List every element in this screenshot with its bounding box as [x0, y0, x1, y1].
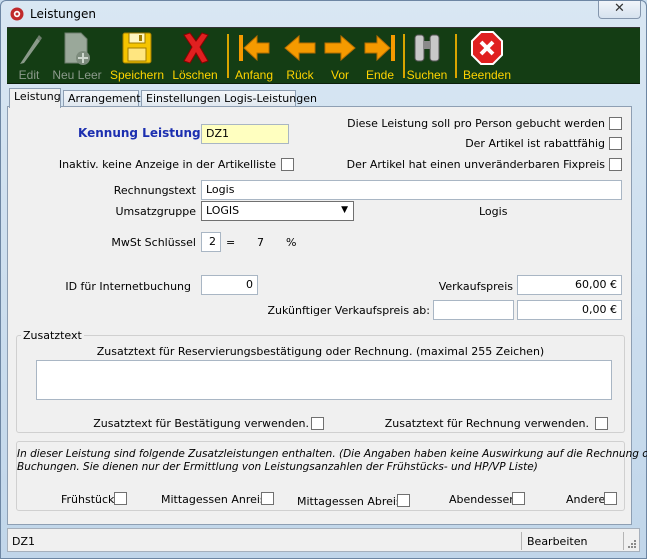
- rechnungstext-label: Rechnungstext: [113, 184, 196, 197]
- last-label: Ende: [365, 68, 395, 82]
- andere-label: Andere: [566, 493, 606, 506]
- last-record-button[interactable]: Ende: [359, 29, 401, 84]
- zukunft-price-input[interactable]: 0,00 €: [517, 300, 622, 320]
- abendessen-checkbox[interactable]: [512, 492, 525, 505]
- delete-label: Löschen: [172, 68, 218, 82]
- status-mode: Bearbeiten: [524, 532, 624, 550]
- per-person-checkbox[interactable]: [609, 117, 622, 130]
- kennung-label: Kennung Leistung: [78, 126, 201, 140]
- forward-label: Vor: [330, 68, 349, 82]
- previous-record-button[interactable]: Rück: [280, 29, 320, 84]
- left-arrow-icon: [284, 34, 316, 62]
- edit-button[interactable]: Edit: [10, 29, 48, 84]
- tab-content-leistung: Kennung Leistung DZ1 Diese Leistung soll…: [7, 106, 647, 525]
- app-icon: [10, 7, 24, 21]
- last-arrow-icon: [364, 34, 395, 62]
- exit-stop-icon: [471, 31, 503, 65]
- first-label: Anfang: [234, 68, 274, 82]
- floppy-disk-icon: [122, 32, 152, 64]
- toolbar: Edit Neu Leer Speichern Löschen Anfang R…: [7, 27, 640, 84]
- right-arrow-icon: [324, 34, 356, 62]
- tab-arrangements[interactable]: Arrangements: [63, 90, 146, 107]
- delete-x-icon: [183, 32, 209, 64]
- zusatztext-bestaetigung-label: Zusatztext für Bestätigung verwenden.: [93, 417, 309, 430]
- umsatzgruppe-value: LOGIS: [206, 204, 240, 217]
- zusatztext-bestaetigung-checkbox[interactable]: [311, 417, 324, 430]
- rabatt-label: Der Artikel ist rabattfähig: [465, 137, 605, 150]
- fixpreis-checkbox[interactable]: [609, 158, 622, 171]
- zusatztext-rechnung-label: Zusatztext für Rechnung verwenden.: [384, 417, 589, 430]
- zusatztext-hint: Zusatztext für Reservierungsbestätigung …: [96, 345, 545, 358]
- window-title: Leistungen: [30, 7, 96, 21]
- umsatzgruppe-name: Logis: [479, 205, 508, 218]
- status-bar: DZ1 Bearbeiten: [7, 528, 640, 552]
- inaktiv-checkbox[interactable]: [281, 158, 294, 171]
- delete-button[interactable]: Löschen: [170, 29, 220, 84]
- zusatzleistungen-note-line1: In dieser Leistung sind folgende Zusatzl…: [17, 448, 647, 460]
- pencil-icon: [20, 35, 42, 64]
- umsatzgruppe-label: Umsatzgruppe: [115, 205, 196, 218]
- tab-leistung[interactable]: Leistung: [9, 88, 61, 108]
- dropdown-arrow-icon: ▼: [341, 205, 348, 215]
- zusatzleistungen-group: In dieser Leistung sind folgende Zusatzl…: [16, 441, 647, 511]
- abendessen-label: Abendessen: [449, 493, 517, 506]
- mwst-percent: %: [286, 236, 297, 249]
- verkaufspreis-label: Verkaufspreis: [438, 280, 513, 293]
- back-label: Rück: [286, 68, 314, 82]
- new-empty-label: Neu Leer: [52, 68, 102, 82]
- zusatzleistungen-note-line2: Buchungen. Sie dienen nur der Ermittlung…: [17, 461, 538, 473]
- rechnungstext-input[interactable]: Logis: [201, 180, 622, 200]
- internet-id-input[interactable]: 0: [201, 275, 258, 295]
- zusatztext-textarea[interactable]: [36, 360, 612, 400]
- fixpreis-label: Der Artikel hat einen unveränderbaren Fi…: [346, 158, 605, 171]
- zusatztext-group-title: Zusatztext: [21, 329, 84, 342]
- save-label: Speichern: [109, 68, 165, 82]
- exit-label: Beenden: [462, 68, 512, 82]
- leistungen-window: Leistungen ✕ Edit Neu Leer Speichern Lös…: [0, 0, 647, 559]
- search-button[interactable]: Suchen: [405, 29, 449, 84]
- zukunft-label: Zukünftiger Verkaufspreis ab:: [267, 304, 431, 317]
- resize-grip-icon[interactable]: [627, 539, 637, 549]
- search-label: Suchen: [406, 68, 448, 82]
- new-empty-button[interactable]: Neu Leer: [49, 29, 105, 84]
- mittag-anreise-checkbox[interactable]: [261, 492, 274, 505]
- mwst-input[interactable]: 2: [201, 232, 221, 252]
- fruehstueck-checkbox[interactable]: [114, 492, 127, 505]
- mwst-rate: 7: [257, 236, 264, 249]
- status-record: DZ1: [9, 532, 522, 550]
- mwst-equals: =: [226, 236, 236, 249]
- save-button[interactable]: Speichern: [108, 29, 166, 84]
- mwst-label: MwSt Schlüssel: [111, 236, 196, 249]
- tab-einstellungen-logis[interactable]: Einstellungen Logis-Leistungen: [141, 90, 317, 107]
- binoculars-icon: [414, 34, 440, 62]
- window-close-button[interactable]: ✕: [598, 1, 641, 19]
- per-person-label: Diese Leistung soll pro Person gebucht w…: [347, 117, 605, 130]
- verkaufspreis-input[interactable]: 60,00 €: [517, 275, 622, 295]
- inaktiv-label: Inaktiv. keine Anzeige in der Artikellis…: [58, 158, 276, 171]
- toolbar-separator: [455, 34, 457, 78]
- exit-button[interactable]: Beenden: [459, 29, 515, 84]
- first-record-button[interactable]: Anfang: [230, 29, 278, 84]
- internet-id-label: ID für Internetbuchung: [65, 280, 191, 293]
- first-arrow-icon: [239, 34, 270, 62]
- fruehstueck-label: Frühstück: [61, 493, 115, 506]
- zukunft-date-input[interactable]: [433, 300, 514, 320]
- zusatztext-group: Zusatztext Zusatztext für Reservierungsb…: [16, 329, 625, 433]
- edit-label: Edit: [18, 68, 40, 82]
- mittag-abreise-label: Mittagessen Abreise: [297, 495, 409, 508]
- toolbar-separator: [227, 34, 229, 78]
- mittag-anreise-label: Mittagessen Anreise: [161, 493, 273, 506]
- andere-checkbox[interactable]: [604, 492, 617, 505]
- zusatztext-rechnung-checkbox[interactable]: [595, 417, 608, 430]
- umsatzgruppe-select[interactable]: LOGIS ▼: [201, 201, 354, 221]
- mittag-abreise-checkbox[interactable]: [397, 494, 410, 507]
- rabatt-checkbox[interactable]: [609, 137, 622, 150]
- title-bar: Leistungen ✕: [1, 1, 646, 27]
- new-document-icon: [64, 32, 90, 65]
- next-record-button[interactable]: Vor: [321, 29, 359, 84]
- kennung-input[interactable]: DZ1: [201, 124, 289, 144]
